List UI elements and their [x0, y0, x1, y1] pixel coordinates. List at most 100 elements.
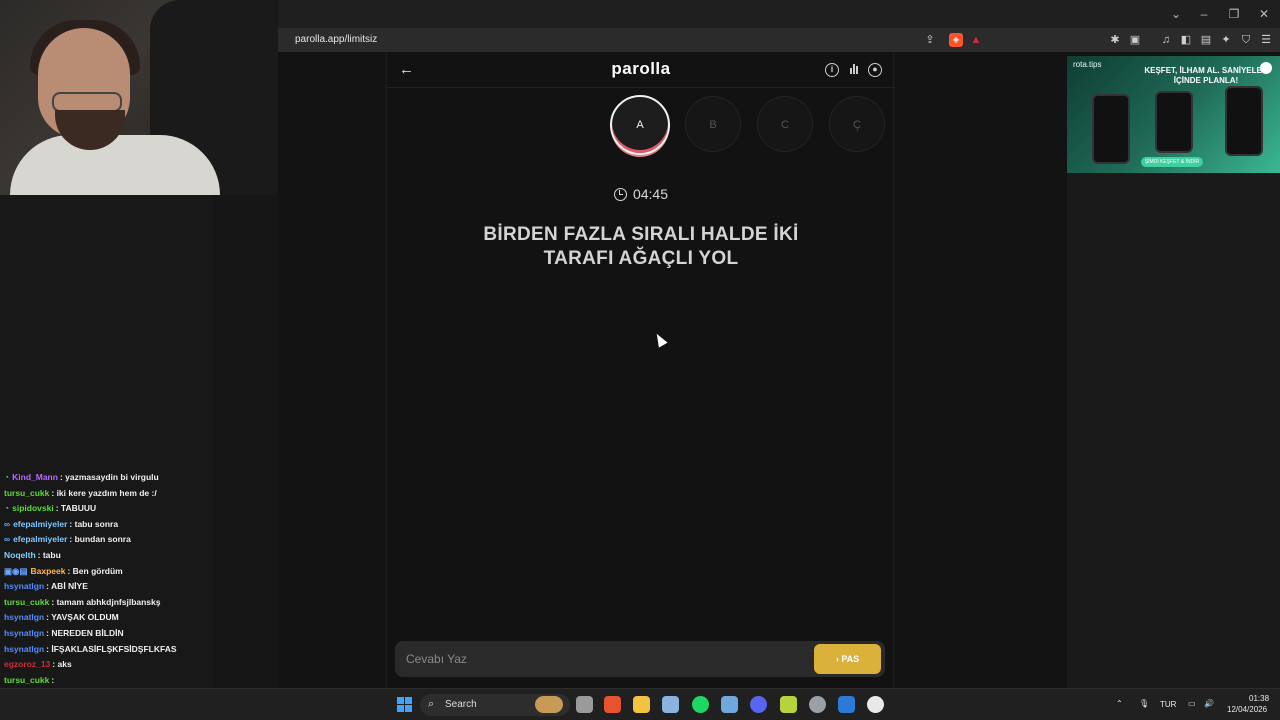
- wallet-icon[interactable]: ▤: [1199, 33, 1213, 47]
- ad-banner[interactable]: rota.tips KEŞFET, İLHAM AL. SANİYELER İÇ…: [1067, 56, 1280, 173]
- webcam-feed: [0, 0, 278, 195]
- screenshot-icon[interactable]: ▣: [1128, 33, 1142, 47]
- extensions-icon[interactable]: ✱: [1108, 33, 1122, 47]
- letter-circle-active: A: [610, 95, 670, 155]
- network-icon[interactable]: ▭: [1188, 699, 1196, 708]
- chat-message: NEREDEN BİLDİN: [51, 627, 124, 638]
- chat-user: hsynatlgn: [4, 627, 45, 638]
- chat-message: Ben gördüm: [72, 565, 123, 576]
- file-explorer-icon[interactable]: [633, 696, 650, 713]
- chat-message: TABUUU: [60, 503, 97, 514]
- chat-line: hsynatlgn: NEREDEN BİLDİN: [4, 627, 124, 638]
- chat-line: tursu_cukk: tamam abhkdjnfsjlbanskş: [4, 596, 161, 607]
- ad-brand: rota.tips: [1073, 60, 1102, 69]
- chat-user: hsynatlgn: [4, 612, 45, 623]
- menu-icon[interactable]: ☰: [1259, 33, 1273, 47]
- clock-date[interactable]: 12/04/2026: [1227, 705, 1267, 714]
- app-icon[interactable]: [838, 696, 855, 713]
- right-side-panel: [1067, 173, 1280, 688]
- ad-cta-button[interactable]: ŞİMDİ KEŞFET & İNDİR: [1141, 157, 1203, 167]
- info-icon[interactable]: i: [825, 63, 839, 77]
- chat-message: tabu sonra: [74, 518, 119, 529]
- stats-icon[interactable]: [847, 63, 861, 77]
- address-bar[interactable]: parolla.app/limitsiz ⇪ ◈ ▲ ✱ ▣ ♫ ◧ ▤ ✦ ⛉…: [278, 28, 1280, 53]
- chat-user: egzoroz_13: [4, 659, 51, 670]
- brave-rewards-icon[interactable]: ▲: [969, 33, 983, 47]
- phone-image: [1155, 91, 1193, 153]
- chat-line: hsynatlgn: ABİ NİYE: [4, 581, 88, 592]
- parolla-game: ← parolla i ● A B C Ç 04:45 BİRDEN FAZLA…: [386, 53, 895, 688]
- close-icon[interactable]: ✕: [1254, 6, 1274, 22]
- spotify-icon[interactable]: [692, 696, 709, 713]
- answer-bar: › PAS: [395, 641, 885, 677]
- chevron-up-icon[interactable]: ⌃: [1116, 699, 1123, 708]
- pass-button[interactable]: › PAS: [814, 644, 881, 674]
- chat-user: hsynatlgn: [4, 581, 45, 592]
- ad-headline: KEŞFET, İLHAM AL. SANİYELER İÇİNDE PLANL…: [1144, 66, 1268, 85]
- chat-line: ◔ Kind_Mann: yazmasaydin bi virgulu: [4, 472, 159, 482]
- leo-ai-icon[interactable]: ✦: [1219, 33, 1233, 47]
- ad-close-icon[interactable]: [1260, 62, 1272, 74]
- chat-line: ▣◉▤ Baxpeek: Ben gördüm: [4, 565, 123, 576]
- chat-message: tamam abhkdjnfsjlbanskş: [56, 596, 161, 607]
- brave-shield-icon[interactable]: ◈: [949, 33, 963, 47]
- share-icon[interactable]: ⇪: [923, 33, 937, 47]
- task-view-icon[interactable]: [576, 696, 593, 713]
- phone-image: [1225, 86, 1263, 156]
- chat-user: Noqelth: [4, 549, 36, 560]
- taskbar: ⌕ Search ⌃ 🎙 TUR ▭ 🔊 01:38 12/04/2026: [0, 688, 1280, 720]
- search-icon: ⌕: [428, 698, 435, 710]
- url-text[interactable]: parolla.app/limitsiz: [295, 34, 377, 45]
- question-text: BİRDEN FAZLA SIRALI HALDE İKİ TARAFI AĞA…: [483, 224, 799, 269]
- pass-label: PAS: [841, 654, 860, 664]
- chat-message: bundan sonra: [74, 534, 131, 545]
- chat-message: YAVŞAK OLDUM: [51, 612, 119, 623]
- chat-line: hsynatlgn: İFŞAKLASİFLŞKFSİDŞFLKFAS: [4, 643, 177, 654]
- chat-line: egzoroz_13: aks: [4, 659, 72, 670]
- chat-message: yazmasaydin bi virgulu: [65, 472, 159, 482]
- brave-browser-icon[interactable]: [604, 696, 621, 713]
- profile-icon[interactable]: ●: [868, 63, 882, 77]
- phone-image: [1092, 94, 1130, 164]
- chat-line: tursu_cukk: iki kere yazdım hem de :/: [4, 487, 157, 498]
- microphone-icon[interactable]: 🎙: [1139, 699, 1149, 708]
- chat-line: ∞ efepalmiyeler: bundan sonra: [4, 534, 131, 545]
- chevron-down-icon[interactable]: ⌄: [1166, 6, 1186, 22]
- chat-message: ABİ NİYE: [51, 581, 88, 592]
- answer-input[interactable]: [395, 641, 805, 677]
- app-icon[interactable]: [780, 696, 797, 713]
- app-icon[interactable]: [809, 696, 826, 713]
- language-indicator[interactable]: TUR: [1160, 700, 1176, 709]
- settings-icon[interactable]: [662, 696, 679, 713]
- chat-user: sipidovski: [12, 503, 54, 514]
- app-icon[interactable]: [721, 696, 738, 713]
- discord-icon[interactable]: [750, 696, 767, 713]
- chat-message: iki kere yazdım hem de :/: [56, 487, 157, 498]
- game-header: ← parolla i ●: [387, 53, 895, 88]
- windows-start-icon[interactable]: [397, 697, 412, 712]
- overwatch-icon[interactable]: [867, 696, 884, 713]
- widget-icon[interactable]: [535, 696, 563, 713]
- chat-user: Baxpeek: [30, 565, 66, 576]
- chat-user: efepalmiyeler: [13, 534, 68, 545]
- chat-line: ∞ efepalmiyeler: tabu sonra: [4, 518, 119, 529]
- chat-user: Kind_Mann: [12, 472, 58, 482]
- brand-logo[interactable]: parolla: [387, 59, 895, 79]
- restore-icon[interactable]: ❐: [1224, 6, 1244, 22]
- media-icon[interactable]: ♫: [1159, 33, 1173, 47]
- vpn-icon[interactable]: ⛉: [1239, 33, 1253, 47]
- chat-line: ◔ sipidovski: TABUUU: [4, 503, 97, 514]
- speaker-icon[interactable]: 🔊: [1204, 699, 1214, 708]
- chat-message: İFŞAKLASİFLŞKFSİDŞFLKFAS: [51, 643, 177, 654]
- clock-time[interactable]: 01:38: [1249, 694, 1269, 703]
- chat-line: hsynatlgn: YAVŞAK OLDUM: [4, 612, 119, 623]
- timer-value: 04:45: [632, 186, 669, 202]
- chat-user: hsynatlgn: [4, 643, 45, 654]
- sidebar-icon[interactable]: ◧: [1179, 33, 1193, 47]
- timer: 04:45: [387, 186, 895, 202]
- chat-user: efepalmiyeler: [13, 518, 68, 529]
- clock-icon: [613, 188, 627, 201]
- minimize-icon[interactable]: –: [1194, 6, 1214, 22]
- search-label: Search: [445, 699, 477, 710]
- chat-user: tursu_cukk: [4, 674, 50, 685]
